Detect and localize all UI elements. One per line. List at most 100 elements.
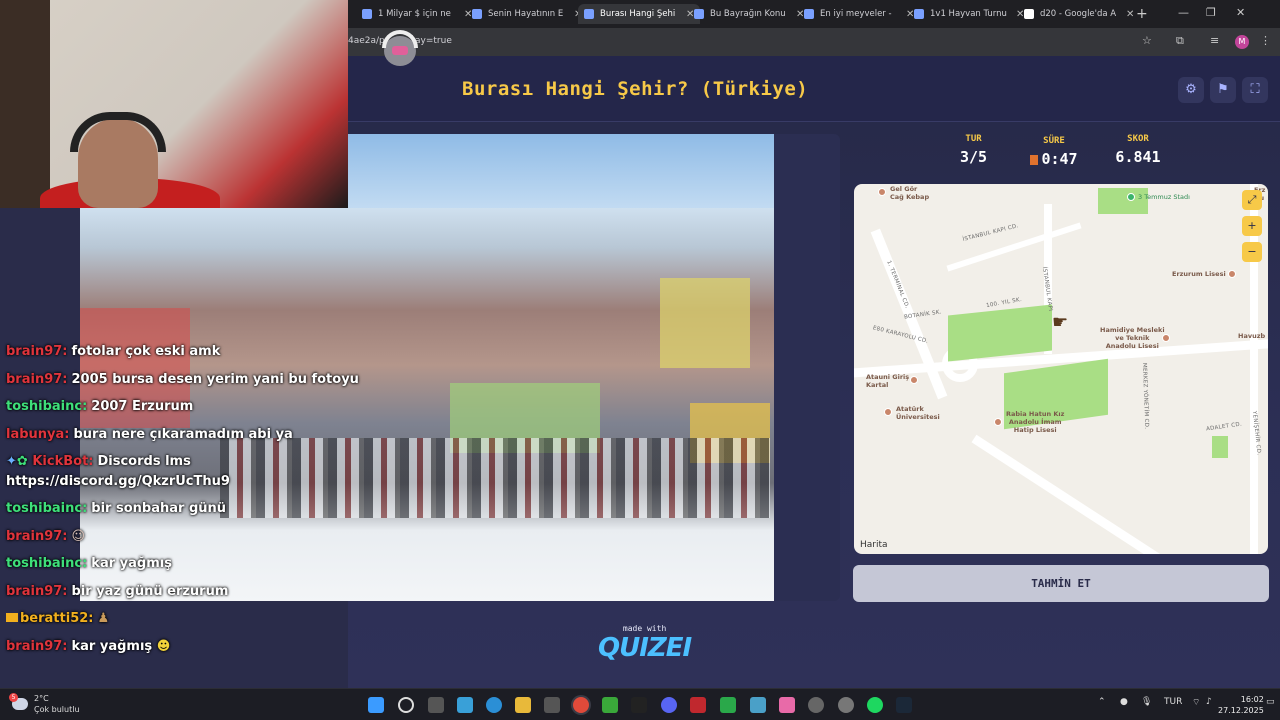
sword-icon: ✦ [6, 454, 17, 469]
extensions-icon[interactable]: ⧉ [1176, 34, 1184, 48]
chat-message: beratti52: ♟ [6, 605, 366, 633]
tab-active[interactable]: Burası Hangi Şehi ✕ [578, 4, 701, 24]
map-pin[interactable] [1228, 270, 1236, 278]
chrome-icon[interactable] [573, 697, 589, 713]
task-view-icon[interactable] [428, 697, 444, 713]
emote-icon: ☺ [71, 528, 86, 544]
tab-6[interactable]: 1v1 Hayvan Turnu ✕ [908, 4, 1030, 24]
star-icon[interactable]: ☆ [1142, 34, 1152, 47]
webcam-background [0, 0, 50, 208]
chat-message: brain97: ☺ [6, 528, 86, 544]
score-stat: SKOR 6.841 [1115, 134, 1161, 166]
made-with-badge[interactable]: made with QUIZEI [598, 624, 692, 663]
map-attribution: Harita [860, 540, 888, 550]
windows-start-icon[interactable] [368, 697, 384, 713]
chat-overlay: brain97: fotolar çok eski amk brain97: 200… [6, 338, 366, 660]
close-icon[interactable]: ✕ [1126, 9, 1134, 20]
wifi-icon[interactable]: ⌔ [1192, 697, 1200, 708]
maximize-button[interactable]: ❐ [1206, 6, 1216, 19]
cloud-icon: 5 [9, 693, 28, 710]
map-pin[interactable] [1127, 193, 1135, 201]
pointer-cursor-icon: ☛ [1052, 312, 1069, 333]
flag-icon[interactable]: ⚑ [1210, 77, 1236, 103]
capcut-icon[interactable] [631, 697, 647, 713]
tab-5[interactable]: En iyi meyveler - ✕ [798, 4, 920, 24]
map-pin[interactable] [884, 408, 892, 416]
tab-7[interactable]: d20 - Google'da A ✕ [1018, 4, 1140, 24]
chat-message: toshibainc: 2007 Erzurum [6, 399, 194, 414]
bow-icon [392, 46, 408, 55]
map-pin[interactable] [878, 188, 886, 196]
tab-favicon [804, 9, 814, 19]
chat-message: brain97: fotolar çok eski amk [6, 344, 221, 359]
chat-message: brain97: 2005 bursa desen yerim yani bu f… [6, 371, 359, 387]
profile-avatar[interactable]: M [1235, 35, 1249, 49]
tab-4[interactable]: Bu Bayrağın Konu ✕ [688, 4, 810, 24]
store-icon[interactable] [544, 697, 560, 713]
app-icon[interactable] [779, 697, 795, 713]
language-indicator[interactable]: TUR [1164, 697, 1182, 707]
tab-favicon [472, 9, 482, 19]
quizei-logo: QUIZEI [598, 633, 692, 663]
discord-icon[interactable] [661, 697, 677, 713]
notification-icon[interactable]: ▭ [1266, 697, 1275, 707]
tab-2[interactable]: Senin Hayatının E✕ [466, 4, 588, 24]
app-icon[interactable] [808, 697, 824, 713]
game-header: Burası Hangi Şehir? (Türkiye) ⚙ ⚑ ⛶ [348, 56, 1280, 122]
fullscreen-icon[interactable]: ⛶ [1242, 77, 1268, 103]
new-tab-button[interactable]: + [1136, 6, 1148, 22]
edge-icon[interactable] [486, 697, 502, 713]
tab-favicon [584, 9, 594, 19]
taskbar: 5 2°C Çok bulutlu ⌃ ● 🎙 TUR ⌔ ♪ 16:02 27.1… [0, 688, 1280, 720]
map-park [948, 304, 1052, 362]
chevron-up-icon[interactable]: ⌃ [1098, 697, 1106, 707]
guess-map[interactable]: Gel Gör Cağ Kebap 3 Temmuz Stadı Erzurum… [854, 184, 1268, 554]
gem-icon: ✿ [16, 454, 28, 469]
map-park [1212, 436, 1228, 458]
app-icon[interactable] [750, 697, 766, 713]
menu-icon[interactable]: ⋮ [1260, 34, 1271, 47]
volume-icon[interactable]: ♪ [1206, 697, 1212, 707]
zoom-in-icon[interactable]: + [1242, 216, 1262, 236]
emote-icon: ♟ [97, 611, 110, 626]
page-title: Burası Hangi Şehir? (Türkiye) [462, 78, 809, 100]
map-road [971, 434, 1245, 554]
tab-favicon [362, 9, 372, 19]
map-pin[interactable] [994, 418, 1002, 426]
tray-app-icon[interactable]: ● [1120, 697, 1128, 707]
weather-widget[interactable]: 5 2°C Çok bulutlu [9, 693, 80, 715]
spotify-icon[interactable] [867, 697, 883, 713]
map-pin[interactable] [1162, 334, 1170, 342]
steam-icon[interactable] [896, 697, 912, 713]
guess-button[interactable]: TAHMİN ET [853, 565, 1269, 602]
headphones-icon [70, 112, 166, 152]
tab-1[interactable]: 1 Milyar $ için ne ✕ [356, 4, 478, 24]
chat-message: labunya: bura nere çıkaramadım abi ya [6, 426, 293, 442]
minecraft-icon[interactable] [602, 697, 618, 713]
app-icon[interactable] [690, 697, 706, 713]
copilot-icon[interactable] [457, 697, 473, 713]
webcam-overlay [0, 0, 348, 208]
file-explorer-icon[interactable] [515, 697, 531, 713]
search-icon[interactable] [398, 697, 414, 713]
chat-link[interactable]: https://discord.gg/QkzrUcThu9 [6, 474, 230, 489]
notification-badge: 5 [9, 693, 18, 702]
clock[interactable]: 16:02 27.12.2025 [1218, 694, 1264, 716]
microphone-icon[interactable]: 🎙 [1141, 697, 1152, 707]
round-stat: TUR 3/5 [960, 134, 988, 166]
address-bar[interactable]: 4ae2a/p ay=true ☆ ⧉ ≡ ⋮ [348, 28, 1280, 56]
google-icon [1024, 9, 1034, 19]
media-icon[interactable]: ≡ [1210, 34, 1219, 47]
gear-icon[interactable]: ⚙ [1178, 77, 1204, 103]
close-window-button[interactable]: ✕ [1236, 6, 1245, 19]
app-icon[interactable] [838, 697, 854, 713]
photo-frame [774, 134, 840, 601]
zoom-out-icon[interactable]: − [1242, 242, 1262, 262]
expand-map-icon[interactable]: ⤢ [1242, 190, 1262, 210]
time-stat: SÜRE 0:47 [1022, 134, 1086, 168]
map-pin[interactable] [910, 376, 918, 384]
timer-icon [1030, 154, 1039, 165]
minimize-button[interactable]: — [1178, 6, 1189, 19]
chat-message: toshibainc: bir sonbahar günü [6, 501, 227, 516]
xbox-icon[interactable] [720, 697, 736, 713]
